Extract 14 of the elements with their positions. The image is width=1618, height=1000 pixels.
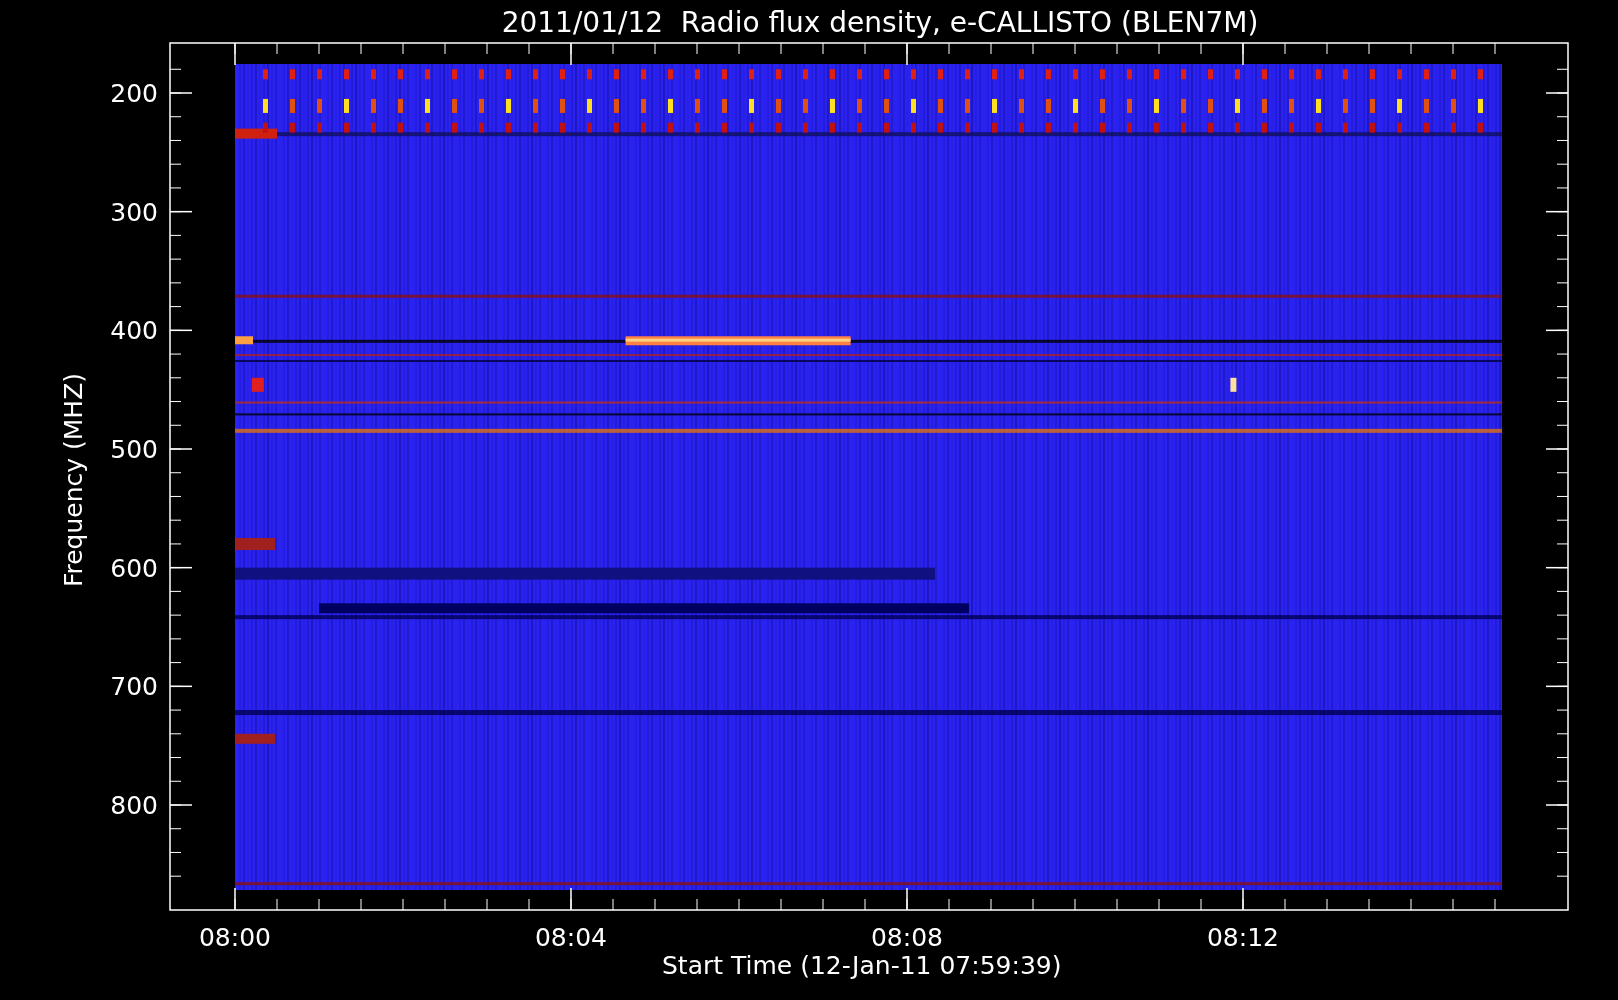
y-tick-label: 200 <box>110 79 158 108</box>
x-tick-label: 08:12 <box>1207 923 1279 952</box>
y-tick-label: 800 <box>110 791 158 820</box>
x-axis-label: Start Time (12-Jan-11 07:59:39) <box>662 951 1062 980</box>
y-tick-label: 300 <box>110 197 158 227</box>
y-tick-label: 400 <box>110 316 158 346</box>
y-tick-label: 600 <box>110 553 158 583</box>
chart-title: 2011/01/12 Radio flux density, e-CALLISTO (BLEN7M) <box>501 6 1259 39</box>
y-tick-label: 700 <box>110 672 158 702</box>
x-tick-label: 08:08 <box>871 923 943 952</box>
y-axis-label: Frequency (MHZ) <box>59 372 88 588</box>
x-tick-label: 08:04 <box>535 923 607 952</box>
x-tick-label: 08:00 <box>199 923 271 952</box>
y-tick-label: 500 <box>110 435 158 464</box>
